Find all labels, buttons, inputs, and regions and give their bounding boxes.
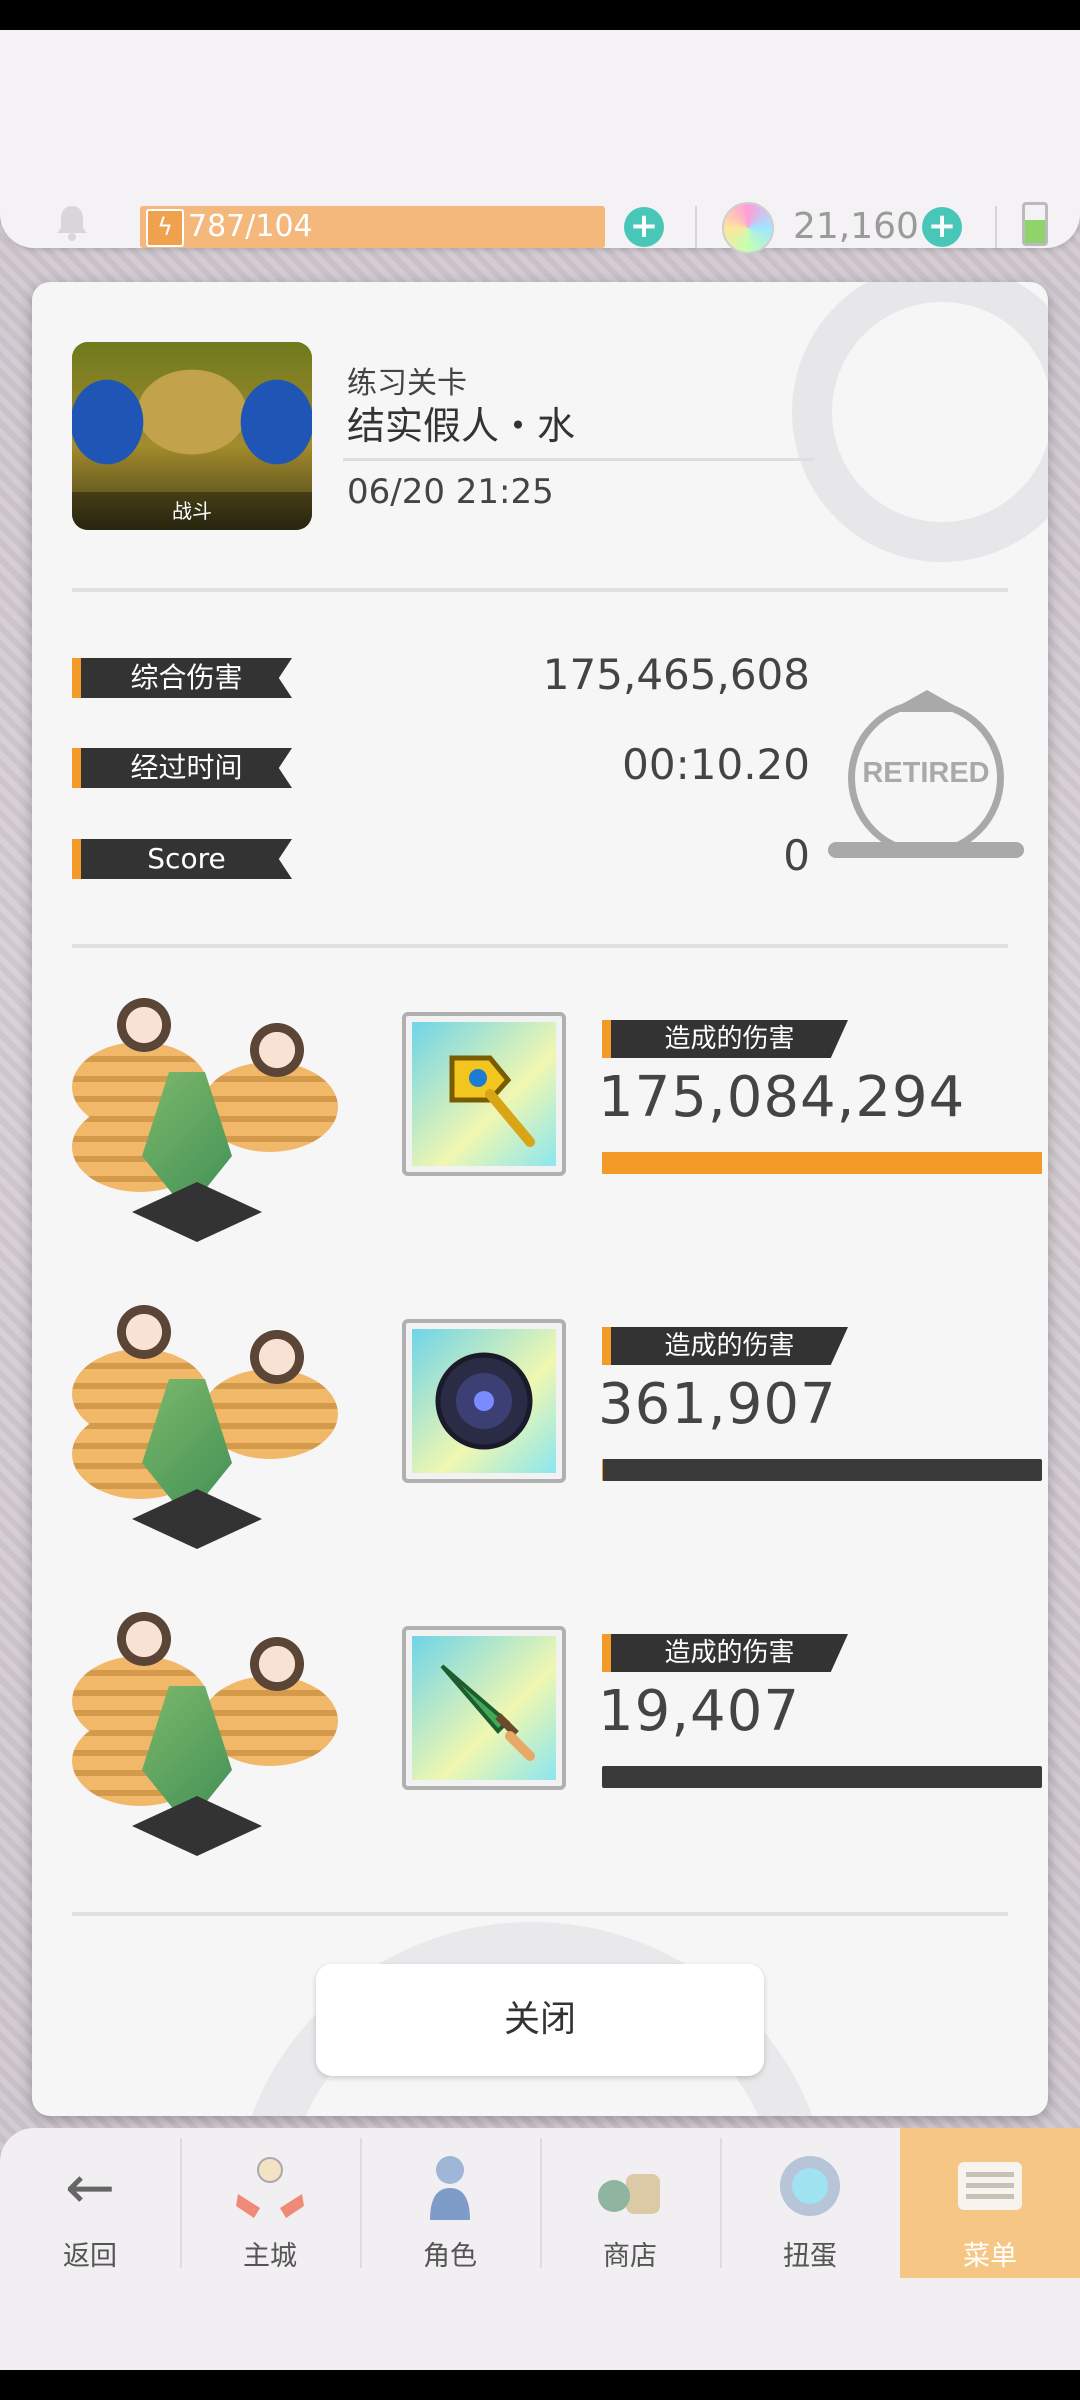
add-stamina-button[interactable]: +: [624, 207, 664, 247]
bottom-nav: ← 返回 主城 角色 商店 扭蛋 菜单: [0, 2128, 1080, 2278]
gacha-icon: [770, 2148, 850, 2228]
weapon-slot[interactable]: [402, 1319, 566, 1483]
add-gems-button[interactable]: +: [922, 207, 962, 247]
battle-date: 06/20 21:25: [347, 472, 554, 512]
retired-text: RETIRED: [862, 757, 990, 789]
divider: [72, 1912, 1008, 1916]
underline: [343, 458, 813, 461]
divider: [695, 206, 697, 248]
damage-dealt-label: 造成的伤害: [602, 1020, 848, 1058]
nav-shop[interactable]: 商店: [540, 2128, 720, 2278]
total-damage-value: 175,465,608: [542, 650, 810, 699]
divider: [72, 944, 1008, 948]
status-bar: [0, 0, 1080, 30]
nav-menu-label: 菜单: [963, 2241, 1017, 2272]
elapsed-time-label: 经过时间: [72, 748, 292, 788]
nav-footer: [0, 2278, 1080, 2370]
stage-thumbnail: 战斗: [72, 342, 312, 530]
character-sprite: [114, 1299, 174, 1359]
stamina-text: 787/104: [188, 209, 313, 244]
battery-icon: [1022, 202, 1048, 246]
damage-bar-fill: [602, 1459, 603, 1481]
dark-shield-icon: [412, 1329, 556, 1473]
emblem-watermark: [792, 282, 1048, 562]
character-icon: [410, 2148, 490, 2228]
divider: [995, 206, 997, 248]
nav-gacha[interactable]: 扭蛋: [720, 2128, 900, 2278]
team-sprite: [72, 1289, 342, 1559]
retired-stamp: RETIRED: [848, 700, 1004, 856]
weapon-slot[interactable]: [402, 1012, 566, 1176]
damage-dealt-value: 19,407: [598, 1679, 800, 1744]
shop-icon: [590, 2148, 670, 2228]
damage-dealt-label: 造成的伤害: [602, 1634, 848, 1672]
damage-bar: [602, 1459, 1042, 1481]
gem-count: 21,160: [793, 206, 919, 247]
golden-axe-icon: [412, 1022, 556, 1166]
resource-bar: ϟ 787/104 + 21,160 +: [0, 30, 1080, 254]
battle-result-modal: 战斗 练习关卡 结实假人・水 06/20 21:25 综合伤害 175,465,…: [32, 282, 1048, 2116]
damage-bar: [602, 1152, 1042, 1174]
weapon-card: [412, 1636, 556, 1780]
score-value: 0: [783, 831, 810, 880]
elapsed-time-value: 00:10.20: [622, 740, 810, 789]
system-bar: [0, 2370, 1080, 2400]
character-sprite: [247, 1631, 307, 1691]
damage-dealt-value: 175,084,294: [598, 1065, 966, 1130]
damage-bar: [602, 1766, 1042, 1788]
bell-icon[interactable]: [50, 200, 94, 244]
team-sprite: [72, 1596, 342, 1866]
stamina-bar: ϟ 787/104: [140, 206, 605, 248]
nav-gacha-label: 扭蛋: [783, 2241, 837, 2272]
weapon-slot[interactable]: [402, 1626, 566, 1790]
nav-back-label: 返回: [63, 2241, 117, 2272]
score-label: Score: [72, 839, 292, 879]
nav-city-label: 主城: [243, 2241, 297, 2272]
damage-dealt-value: 361,907: [598, 1372, 837, 1437]
green-sword-icon: [412, 1636, 556, 1780]
damage-bar-fill: [602, 1152, 1042, 1174]
team-sprite: [72, 982, 342, 1252]
nav-menu[interactable]: 菜单: [900, 2128, 1080, 2278]
nav-character-label: 角色: [423, 2241, 477, 2272]
unit-row: 造成的伤害 175,084,294: [72, 982, 1042, 1272]
weapon-card: [412, 1022, 556, 1166]
stage-thumb-label: 战斗: [72, 492, 312, 530]
nav-shop-label: 商店: [603, 2241, 657, 2272]
menu-icon: [950, 2148, 1030, 2228]
back-arrow-icon: ←: [64, 2153, 116, 2223]
weapon-card: [412, 1329, 556, 1473]
nav-city[interactable]: 主城: [180, 2128, 360, 2278]
divider: [72, 588, 1008, 592]
character-sprite: [114, 992, 174, 1052]
nav-character[interactable]: 角色: [360, 2128, 540, 2278]
stage-name: 结实假人・水: [347, 404, 576, 448]
lightning-icon: ϟ: [146, 209, 184, 247]
close-button[interactable]: 关闭: [316, 1964, 764, 2076]
character-sprite: [247, 1017, 307, 1077]
character-sprite: [247, 1324, 307, 1384]
city-icon: [230, 2148, 310, 2228]
nav-back[interactable]: ← 返回: [0, 2128, 180, 2278]
damage-dealt-label: 造成的伤害: [602, 1327, 848, 1365]
unit-row: 造成的伤害 361,907: [72, 1289, 1042, 1579]
unit-row: 造成的伤害 19,407: [72, 1596, 1042, 1886]
gem-icon: [722, 202, 774, 254]
retired-stamp-ribbon: [828, 842, 1024, 858]
total-damage-label: 综合伤害: [72, 658, 292, 698]
character-sprite: [114, 1606, 174, 1666]
